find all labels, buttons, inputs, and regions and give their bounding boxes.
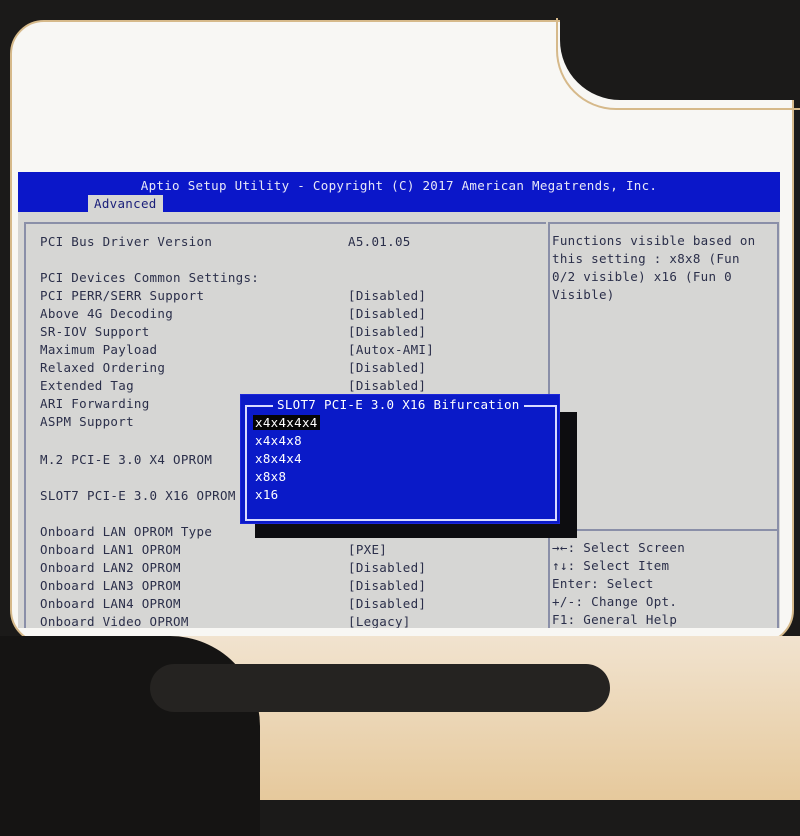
setting-label[interactable]: ARI Forwarding — [40, 396, 150, 411]
popup-option-selected[interactable]: x4x4x4x4 — [253, 415, 320, 430]
setting-label: PCI Bus Driver Version — [40, 234, 213, 249]
key-hint: →←: Select Screen — [552, 540, 686, 555]
setting-label[interactable]: Maximum Payload — [40, 342, 157, 357]
key-hint: ↑↓: Select Item — [552, 558, 670, 573]
help-description: Functions visible based on this setting … — [552, 233, 756, 302]
popup-option[interactable]: x8x4x4 — [255, 451, 302, 466]
key-hint: F1: General Help — [552, 612, 678, 627]
key-hint: Enter: Select — [552, 576, 654, 591]
setting-value[interactable]: [Legacy] — [348, 614, 411, 628]
setting-label[interactable]: SLOT7 PCI-E 3.0 X16 OPROM — [40, 488, 236, 503]
setting-value[interactable]: [Disabled] — [348, 578, 426, 593]
bios-title: Aptio Setup Utility - Copyright (C) 2017… — [140, 178, 658, 193]
setting-label[interactable]: Onboard Video OPROM — [40, 614, 189, 628]
setting-value[interactable]: [Disabled] — [348, 378, 426, 393]
setting-value: A5.01.05 — [348, 234, 411, 249]
setting-value[interactable]: [Disabled] — [348, 596, 426, 611]
bifurcation-popup: SLOT7 PCI-E 3.0 X16 Bifurcation x4x4x4x4… — [240, 394, 560, 524]
popup-title: SLOT7 PCI-E 3.0 X16 Bifurcation — [273, 397, 524, 412]
setting-value[interactable]: [Disabled] — [348, 288, 426, 303]
setting-value[interactable]: [Autox-AMI] — [348, 342, 434, 357]
setting-label[interactable]: Above 4G Decoding — [40, 306, 173, 321]
setting-label[interactable]: Onboard LAN OPROM Type — [40, 524, 212, 539]
setting-label[interactable]: Onboard LAN3 OPROM — [40, 578, 181, 593]
setting-value[interactable]: [Disabled] — [348, 324, 426, 339]
setting-label[interactable]: PCI PERR/SERR Support — [40, 288, 204, 303]
setting-value[interactable]: [Disabled] — [348, 306, 426, 321]
setting-label[interactable]: SR-IOV Support — [40, 324, 150, 339]
setting-value[interactable]: [Disabled] — [348, 560, 426, 575]
help-panel-divider — [548, 529, 777, 531]
section-heading: PCI Devices Common Settings: — [40, 270, 260, 285]
setting-label[interactable]: Onboard LAN2 OPROM — [40, 560, 181, 575]
tab-advanced[interactable]: Advanced — [88, 195, 163, 212]
frame-dark-pill — [150, 664, 610, 712]
popup-option[interactable]: x4x4x8 — [255, 433, 302, 448]
frame-notch-edge — [556, 18, 800, 110]
popup-option[interactable]: x8x8 — [255, 469, 286, 484]
setting-label[interactable]: M.2 PCI-E 3.0 X4 OPROM — [40, 452, 212, 467]
key-hint: +/-: Change Opt. — [552, 594, 678, 609]
setting-label[interactable]: Onboard LAN1 OPROM — [40, 542, 181, 557]
setting-value[interactable]: [PXE] — [348, 542, 387, 557]
setting-value[interactable]: [Disabled] — [348, 360, 426, 375]
popup-option[interactable]: x16 — [255, 487, 278, 502]
setting-label[interactable]: Relaxed Ordering — [40, 360, 165, 375]
bios-screen: Aptio Setup Utility - Copyright (C) 2017… — [18, 172, 780, 628]
setting-label[interactable]: Onboard LAN4 OPROM — [40, 596, 181, 611]
bios-header: Aptio Setup Utility - Copyright (C) 2017… — [18, 172, 780, 212]
setting-label[interactable]: ASPM Support — [40, 414, 134, 429]
setting-label[interactable]: Extended Tag — [40, 378, 134, 393]
